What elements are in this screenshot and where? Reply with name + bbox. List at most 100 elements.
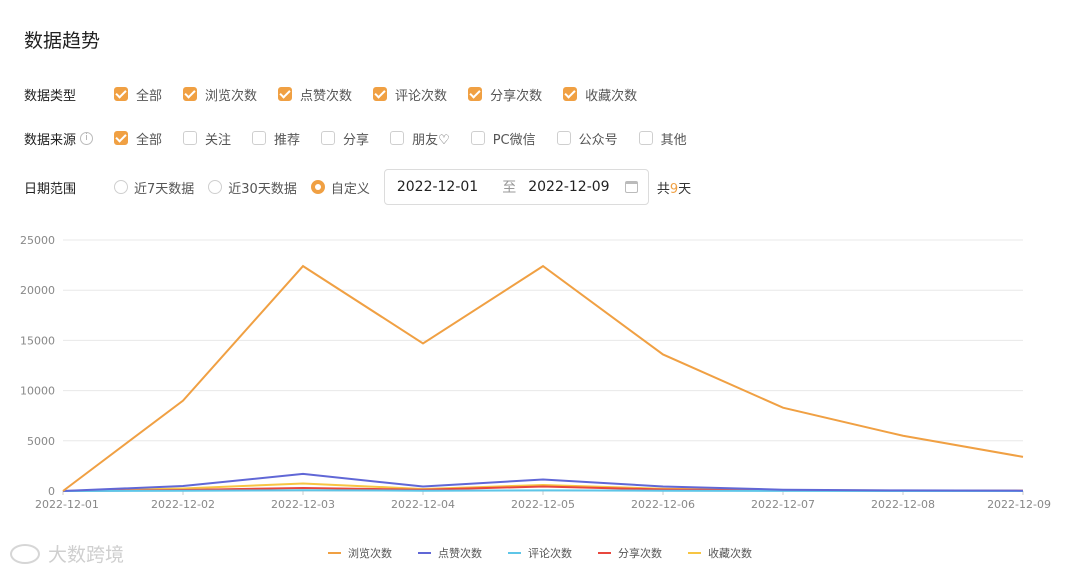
data-type-option-label: 评论次数 bbox=[395, 88, 448, 104]
legend-label: 收藏次数 bbox=[708, 547, 752, 560]
data-source-checkbox[interactable] bbox=[321, 131, 336, 145]
data-type-option[interactable]: 全部 bbox=[114, 85, 162, 104]
data-type-checkbox[interactable] bbox=[468, 87, 483, 101]
date-range-radio[interactable] bbox=[114, 180, 128, 194]
legend-swatch bbox=[598, 552, 611, 554]
data-type-checkbox[interactable] bbox=[563, 87, 578, 101]
start-date[interactable]: 2022-12-01 bbox=[397, 179, 478, 195]
data-type-option[interactable]: 点赞次数 bbox=[278, 85, 352, 104]
data-type-option[interactable]: 浏览次数 bbox=[183, 85, 257, 104]
data-source-label: 数据来源 bbox=[24, 132, 77, 148]
date-range-option[interactable]: 近7天数据 bbox=[114, 178, 194, 197]
y-tick-label: 20000 bbox=[20, 284, 55, 297]
data-source-option-label: 其他 bbox=[660, 132, 687, 148]
date-range-picker[interactable]: 2022-12-01 至 2022-12-09 bbox=[383, 169, 649, 205]
date-separator: 至 bbox=[502, 180, 517, 196]
data-source-option-label: 推荐 bbox=[274, 132, 301, 148]
data-source-checkbox[interactable] bbox=[114, 131, 128, 145]
end-date[interactable]: 2022-12-09 bbox=[528, 179, 609, 195]
date-range-radio[interactable] bbox=[310, 180, 325, 194]
data-type-option-label: 浏览次数 bbox=[205, 88, 258, 104]
legend-swatch bbox=[508, 552, 521, 554]
x-tick-label: 2022-12-07 bbox=[751, 498, 815, 511]
data-source-option[interactable]: 全部 bbox=[114, 129, 162, 148]
data-source-option[interactable]: PC微信 bbox=[470, 129, 536, 148]
data-type-checkbox[interactable] bbox=[114, 87, 128, 101]
y-tick-label: 25000 bbox=[20, 234, 55, 247]
data-source-checkbox[interactable] bbox=[183, 131, 198, 145]
date-range-option[interactable]: 近30天数据 bbox=[208, 178, 297, 197]
date-range-option-label: 近7天数据 bbox=[134, 181, 195, 197]
data-type-checkbox[interactable] bbox=[278, 87, 293, 101]
data-source-row: 数据来源 i 全部 关注 推荐 分享 朋友♡ PC微信 公众号 其他 bbox=[24, 123, 708, 153]
x-tick-label: 2022-12-04 bbox=[391, 498, 455, 511]
data-source-option[interactable]: 推荐 bbox=[252, 129, 300, 148]
data-source-checkbox[interactable] bbox=[390, 131, 405, 145]
data-source-checkbox[interactable] bbox=[556, 131, 571, 145]
page-title: 数据趋势 bbox=[24, 30, 101, 52]
total-days-count: 9 bbox=[669, 181, 679, 197]
legend-item[interactable]: 收藏次数 bbox=[688, 545, 752, 561]
legend-label: 浏览次数 bbox=[348, 547, 392, 560]
data-source-label-wrap: 数据来源 i bbox=[24, 129, 114, 148]
data-source-option[interactable]: 公众号 bbox=[556, 129, 618, 148]
x-tick-label: 2022-12-02 bbox=[151, 498, 215, 511]
trend-chart: 0 5000 10000 15000 20000 25000 2022-12-01 2022-… bbox=[20, 234, 1051, 511]
legend-item[interactable]: 评论次数 bbox=[508, 545, 572, 561]
series-line[interactable] bbox=[62, 264, 1024, 492]
y-tick-label: 15000 bbox=[20, 334, 55, 347]
info-icon[interactable]: i bbox=[80, 131, 94, 145]
y-tick-label: 10000 bbox=[20, 385, 55, 398]
total-prefix: 共 bbox=[656, 181, 670, 197]
data-source-checkbox[interactable] bbox=[638, 131, 653, 145]
legend-swatch bbox=[328, 552, 341, 554]
watermark-text: 大数跨境 bbox=[48, 544, 125, 566]
data-source-option-label: 关注 bbox=[205, 132, 232, 148]
data-source-option[interactable]: 分享 bbox=[321, 129, 369, 148]
data-type-label: 数据类型 bbox=[24, 88, 77, 104]
data-source-checkbox[interactable] bbox=[252, 131, 267, 145]
x-tick-label: 2022-12-01 bbox=[35, 498, 99, 511]
data-source-option-label: 全部 bbox=[136, 132, 163, 148]
data-type-checkbox[interactable] bbox=[183, 87, 198, 101]
data-source-option-label: 公众号 bbox=[578, 132, 618, 148]
data-type-row: 数据类型 全部 浏览次数 点赞次数 评论次数 分享次数 收藏次数 bbox=[24, 79, 658, 109]
x-tick-label: 2022-12-09 bbox=[987, 498, 1051, 511]
date-range-option-label: 近30天数据 bbox=[228, 181, 297, 197]
legend-label: 评论次数 bbox=[528, 547, 572, 560]
watermark-logo-icon bbox=[10, 543, 40, 564]
data-type-option-label: 收藏次数 bbox=[585, 88, 638, 104]
total-suffix: 天 bbox=[678, 181, 692, 197]
data-source-option-label: 朋友♡ bbox=[412, 132, 450, 148]
legend-swatch bbox=[688, 552, 701, 554]
data-type-option[interactable]: 评论次数 bbox=[373, 85, 447, 104]
legend-item[interactable]: 分享次数 bbox=[598, 545, 662, 561]
data-source-option[interactable]: 朋友♡ bbox=[390, 129, 450, 148]
date-range-row: 日期范围 近7天数据 近30天数据 自定义 2022-12-01 至 2022-12… bbox=[24, 169, 691, 205]
data-type-option-label: 点赞次数 bbox=[300, 88, 353, 104]
x-tick-label: 2022-12-06 bbox=[631, 498, 695, 511]
date-range-radio[interactable] bbox=[208, 180, 223, 194]
watermark: 大数跨境 bbox=[10, 540, 124, 567]
data-source-option[interactable]: 关注 bbox=[183, 129, 231, 148]
x-tick-label: 2022-12-05 bbox=[511, 498, 575, 511]
data-source-option-label: 分享 bbox=[343, 132, 370, 148]
data-type-option[interactable]: 收藏次数 bbox=[563, 85, 637, 104]
y-tick-label: 0 bbox=[48, 485, 55, 498]
data-source-checkbox[interactable] bbox=[470, 131, 485, 145]
legend-item[interactable]: 点赞次数 bbox=[418, 545, 482, 561]
x-tick-label: 2022-12-08 bbox=[871, 498, 935, 511]
legend-item[interactable]: 浏览次数 bbox=[328, 545, 392, 561]
data-source-option[interactable]: 其他 bbox=[638, 129, 687, 148]
data-type-option-label: 全部 bbox=[136, 88, 163, 104]
date-range-option-label: 自定义 bbox=[330, 181, 370, 197]
date-range-option[interactable]: 自定义 bbox=[310, 178, 370, 197]
y-tick-label: 5000 bbox=[27, 435, 55, 448]
legend-label: 点赞次数 bbox=[438, 547, 482, 560]
calendar-icon[interactable] bbox=[624, 181, 638, 193]
data-type-checkbox[interactable] bbox=[373, 87, 388, 101]
total-days: 共9天 bbox=[657, 178, 691, 197]
data-type-option[interactable]: 分享次数 bbox=[468, 85, 542, 104]
legend-swatch bbox=[418, 552, 431, 554]
date-range-label: 日期范围 bbox=[24, 181, 77, 197]
